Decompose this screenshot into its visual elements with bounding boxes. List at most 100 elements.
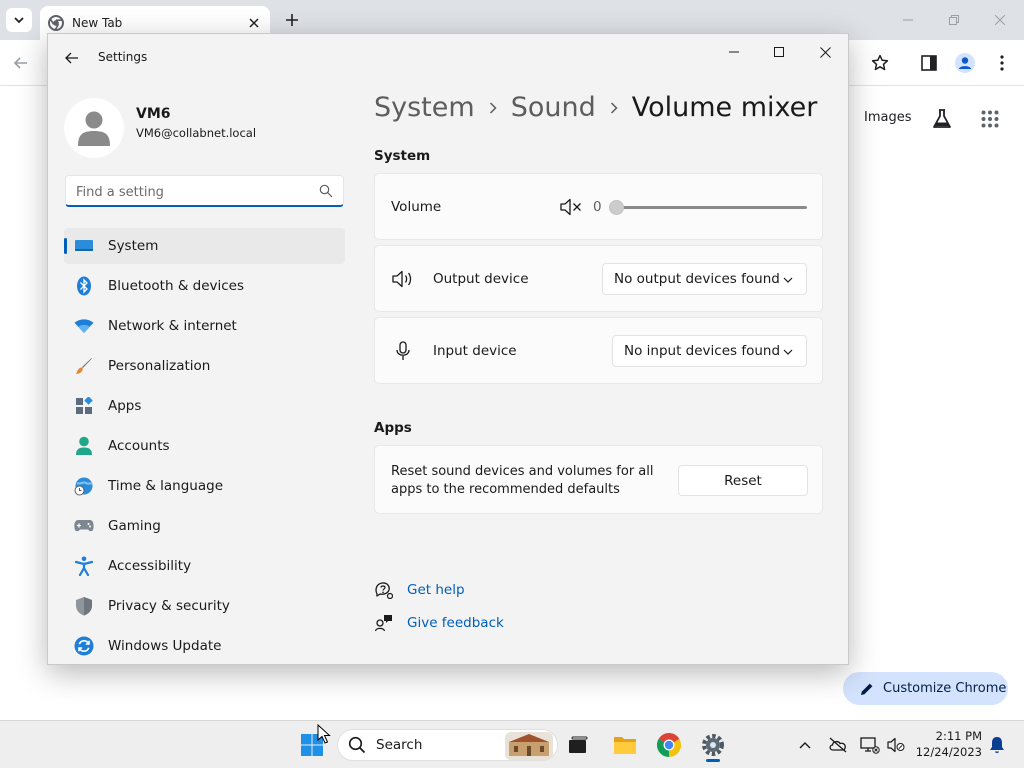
arrow-left-icon — [65, 52, 78, 64]
chrome-menu-button[interactable] — [991, 52, 1013, 74]
input-device-value: No input devices found — [624, 343, 781, 359]
nav-item-system[interactable]: System — [64, 228, 345, 264]
volume-tray-button[interactable] — [886, 735, 906, 755]
output-device-value: No output devices found — [614, 271, 780, 287]
volume-slider-track[interactable] — [616, 206, 807, 209]
chrome-close-button[interactable] — [990, 10, 1010, 30]
gamepad-icon — [74, 516, 94, 536]
nav-item-label: Apps — [108, 398, 142, 414]
bluetooth-icon — [74, 276, 94, 296]
flask-icon — [933, 109, 951, 128]
show-hidden-icons-button[interactable] — [795, 735, 815, 755]
chrome-restore-button[interactable] — [944, 10, 964, 30]
task-view-icon — [569, 736, 588, 753]
taskbar-search[interactable]: Search — [337, 729, 558, 761]
apps-grid-icon — [981, 110, 999, 128]
input-device-dropdown[interactable]: No input devices found — [612, 335, 807, 367]
volume-value: 0 — [593, 199, 602, 215]
volume-slider-thumb[interactable] — [609, 200, 624, 215]
nav-item-personalization[interactable]: Personalization — [64, 348, 345, 384]
new-tab-button[interactable] — [282, 10, 302, 30]
nav-item-bluetooth[interactable]: Bluetooth & devices — [64, 268, 345, 304]
nav-item-label: Accessibility — [108, 558, 192, 574]
bookmark-star-button[interactable] — [869, 52, 891, 74]
reset-description: Reset sound devices and volumes for all … — [391, 464, 654, 497]
settings-close-button[interactable] — [815, 42, 835, 62]
output-device-card: Output device No output devices found — [374, 245, 823, 312]
bell-icon — [990, 737, 1004, 753]
nav-item-privacy-security[interactable]: Privacy & security — [64, 588, 345, 624]
breadcrumb: System Sound Volume mixer — [374, 92, 834, 123]
taskbar-search-label: Search — [376, 737, 423, 753]
breadcrumb-sound-link[interactable]: Sound — [511, 92, 596, 123]
update-icon — [74, 636, 94, 656]
taskbar-clock[interactable]: 2:11 PM 12/24/2023 — [912, 728, 982, 760]
speaker-muted-icon[interactable] — [560, 198, 582, 216]
nav-item-accessibility[interactable]: Accessibility — [64, 548, 345, 584]
chrome-minimize-button[interactable] — [898, 10, 918, 30]
task-view-button[interactable] — [562, 729, 594, 761]
taskbar: Search 2:11 PM 12/24/2023 — [0, 720, 1024, 768]
user-account-block[interactable]: VM6 VM6@collabnet.local — [64, 98, 354, 162]
profile-button[interactable] — [954, 52, 976, 74]
give-feedback-link[interactable]: Give feedback — [374, 613, 504, 633]
apps-icon — [74, 396, 94, 416]
minimize-icon — [903, 19, 913, 21]
gear-icon — [702, 734, 724, 756]
settings-back-button[interactable] — [62, 48, 82, 68]
nav-item-time-language[interactable]: Time & language — [64, 468, 345, 504]
feedback-icon — [374, 613, 394, 633]
customize-chrome-button[interactable]: Customize Chrome — [843, 672, 1008, 705]
speaker-muted-icon — [887, 737, 905, 753]
input-device-label: Input device — [433, 343, 517, 359]
arrow-left-icon — [13, 57, 27, 69]
settings-maximize-button[interactable] — [769, 42, 789, 62]
side-panel-button[interactable] — [918, 52, 940, 74]
onedrive-tray-button[interactable] — [828, 735, 848, 755]
star-icon — [871, 54, 889, 71]
get-help-link[interactable]: Get help — [374, 580, 465, 600]
network-tray-button[interactable] — [860, 735, 880, 755]
chrome-taskbar-button[interactable] — [653, 729, 685, 761]
settings-taskbar-button[interactable] — [697, 729, 729, 761]
input-device-card: Input device No input devices found — [374, 317, 823, 384]
nav-item-network[interactable]: Network & internet — [64, 308, 345, 344]
settings-search-box[interactable] — [65, 175, 344, 207]
output-device-label: Output device — [433, 271, 529, 287]
volume-card: Volume 0 — [374, 173, 823, 240]
maximize-icon — [774, 47, 784, 57]
browser-back-button[interactable] — [10, 52, 32, 74]
active-app-indicator — [706, 759, 720, 762]
file-explorer-button[interactable] — [609, 729, 641, 761]
page-title: Volume mixer — [631, 92, 818, 123]
nav-item-accounts[interactable]: Accounts — [64, 428, 345, 464]
avatar — [64, 98, 124, 158]
tab-title: New Tab — [72, 16, 123, 30]
google-apps-button[interactable] — [978, 107, 1002, 131]
images-link[interactable]: Images — [864, 110, 912, 125]
settings-nav: System Bluetooth & devices Network & int… — [64, 228, 345, 664]
notifications-button[interactable] — [987, 735, 1007, 755]
nav-item-label: Windows Update — [108, 638, 222, 654]
nav-item-label: Gaming — [108, 518, 161, 534]
settings-window: Settings VM6 VM6@collabnet.local System … — [47, 33, 849, 665]
settings-titlebar[interactable]: Settings — [48, 34, 848, 82]
close-icon — [249, 18, 259, 28]
network-disconnected-icon — [860, 737, 880, 754]
system-icon — [74, 236, 94, 256]
breadcrumb-system-link[interactable]: System — [374, 92, 475, 123]
output-device-dropdown[interactable]: No output devices found — [602, 263, 807, 295]
settings-search-input[interactable] — [76, 182, 306, 202]
nav-item-label: Network & internet — [108, 318, 237, 334]
nav-item-label: Bluetooth & devices — [108, 278, 245, 294]
settings-minimize-button[interactable] — [724, 42, 744, 62]
tab-close-button[interactable] — [246, 15, 262, 31]
plus-icon — [286, 14, 298, 26]
labs-button[interactable] — [930, 107, 954, 131]
search-highlight-image — [505, 732, 553, 760]
nav-item-gaming[interactable]: Gaming — [64, 508, 345, 544]
nav-item-windows-update[interactable]: Windows Update — [64, 628, 345, 664]
reset-button[interactable]: Reset — [678, 465, 808, 496]
nav-item-apps[interactable]: Apps — [64, 388, 345, 424]
tab-search-button[interactable] — [6, 8, 32, 32]
